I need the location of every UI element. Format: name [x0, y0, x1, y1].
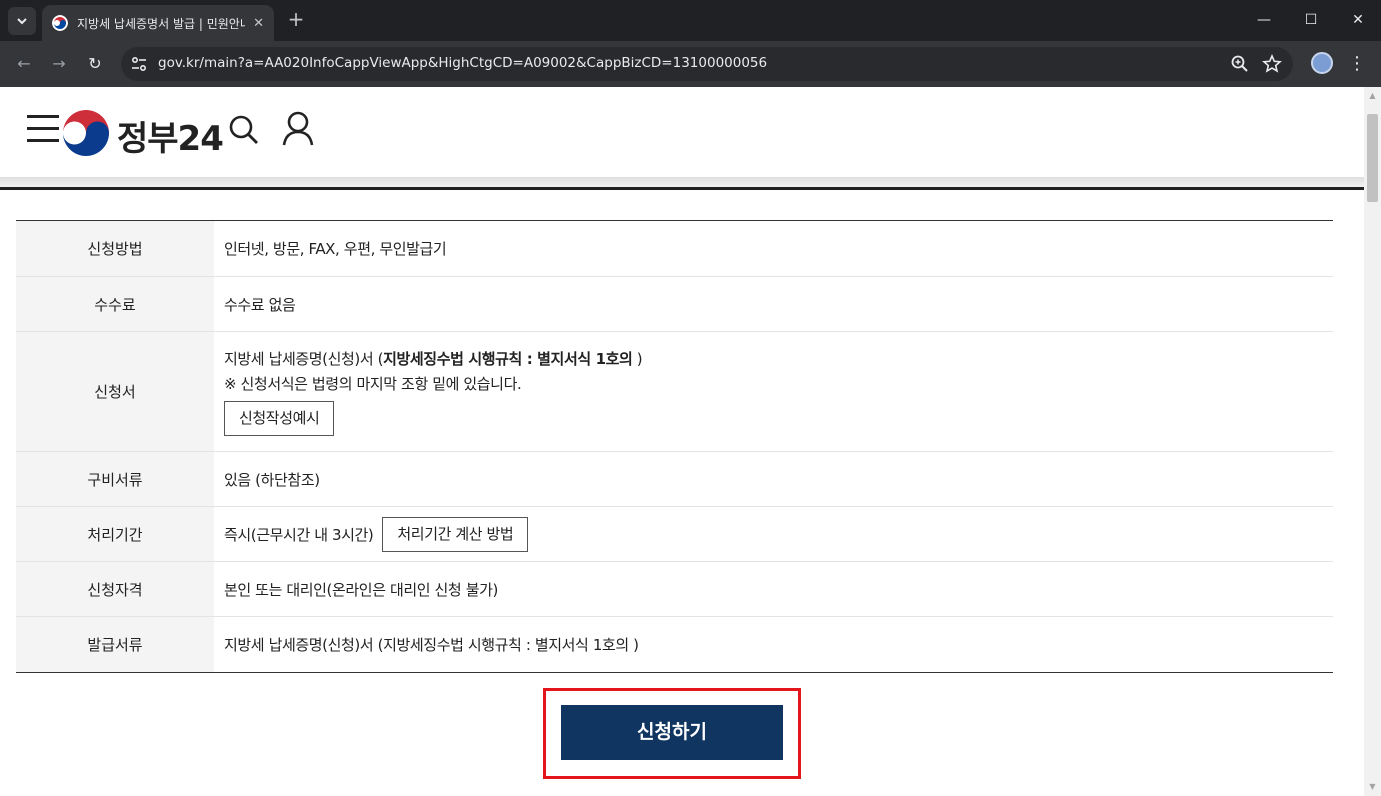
- scroll-up-icon[interactable]: ▲: [1368, 91, 1377, 100]
- table-row: 신청서 지방세 납세증명(신청)서 (지방세징수법 시행규칙 : 별지서식 1호…: [16, 332, 1333, 452]
- chevron-down-icon: [17, 18, 27, 25]
- apply-highlight-box: 신청하기: [543, 688, 801, 779]
- browser-menu-button[interactable]: ⋮: [1346, 50, 1368, 78]
- form-name-bold: 지방세징수법 시행규칙 : 별지서식 1호의: [383, 350, 633, 368]
- row-value: 인터넷, 방문, FAX, 우편, 무인발급기: [224, 240, 447, 258]
- form-example-button[interactable]: 신청작성예시: [224, 401, 335, 436]
- forward-button[interactable]: →: [45, 50, 73, 78]
- processing-time-text: 즉시(근무시간 내 3시간): [224, 525, 374, 544]
- row-value: 지방세 납세증명(신청)서 (지방세징수법 시행규칙 : 별지서식 1호의 ): [224, 636, 639, 654]
- row-label: 구비서류: [16, 452, 214, 506]
- user-icon[interactable]: [280, 109, 316, 149]
- reload-button[interactable]: ↻: [81, 50, 109, 78]
- row-label: 수수료: [16, 277, 214, 331]
- table-row: 처리기간 즉시(근무시간 내 3시간) 처리기간 계산 방법: [16, 507, 1333, 562]
- tab-search-button[interactable]: [8, 7, 36, 35]
- header-divider: [0, 187, 1364, 190]
- form-name-suffix: ): [632, 350, 643, 368]
- tab-close-icon[interactable]: ✕: [253, 16, 264, 31]
- row-label: 발급서류: [16, 617, 214, 672]
- page-scrollbar[interactable]: ▲ ▼: [1364, 87, 1381, 796]
- row-value: 본인 또는 대리인(온라인은 대리인 신청 불가): [224, 580, 498, 599]
- tab-title: 지방세 납세증명서 발급 | 민원안내: [77, 16, 246, 31]
- taegeuk-favicon-icon: [52, 15, 68, 31]
- browser-toolbar: ← → ↻ gov.kr/main?a=AA020InfoCappViewApp…: [0, 41, 1381, 87]
- search-icon[interactable]: [226, 112, 262, 148]
- table-row: 구비서류 있음 (하단참조): [16, 452, 1333, 507]
- table-row: 신청방법 인터넷, 방문, FAX, 우편, 무인발급기: [16, 221, 1333, 277]
- form-name-prefix: 지방세 납세증명(신청)서 (: [224, 350, 384, 368]
- close-window-button[interactable]: ✕: [1335, 6, 1381, 34]
- row-label: 처리기간: [16, 507, 214, 561]
- url-text[interactable]: gov.kr/main?a=AA020InfoCappViewApp&HighC…: [158, 55, 767, 71]
- table-row: 발급서류 지방세 납세증명(신청)서 (지방세징수법 시행규칙 : 별지서식 1…: [16, 617, 1333, 672]
- site-info-icon[interactable]: [129, 54, 149, 74]
- browser-tab-active[interactable]: 지방세 납세증명서 발급 | 민원안내 ✕: [42, 5, 274, 41]
- service-info-table: 신청방법 인터넷, 방문, FAX, 우편, 무인발급기 수수료 수수료 없음 …: [16, 220, 1333, 673]
- back-button[interactable]: ←: [10, 50, 38, 78]
- form-note: ※ 신청서식은 법령의 마지막 조항 밑에 있습니다.: [224, 375, 522, 393]
- page-content: 정부24 신청방법 인터넷, 방문, FAX, 우편, 무인발급기 수수료 수수…: [0, 87, 1364, 796]
- scroll-down-icon[interactable]: ▼: [1368, 782, 1377, 791]
- maximize-button[interactable]: ☐: [1288, 6, 1334, 34]
- row-label: 신청서: [16, 332, 214, 451]
- address-bar[interactable]: gov.kr/main?a=AA020InfoCappViewApp&HighC…: [121, 47, 1293, 81]
- hamburger-menu-icon[interactable]: [27, 115, 61, 147]
- apply-button[interactable]: 신청하기: [561, 705, 783, 760]
- bookmark-star-icon[interactable]: [1261, 53, 1283, 75]
- site-logo-text[interactable]: 정부24: [117, 111, 224, 160]
- row-label: 신청방법: [16, 221, 214, 276]
- table-row: 수수료 수수료 없음: [16, 277, 1333, 332]
- profile-avatar[interactable]: [1311, 52, 1333, 74]
- form-name-line: 지방세 납세증명(신청)서 (지방세징수법 시행규칙 : 별지서식 1호의 ): [224, 347, 1323, 371]
- taegeuk-logo-icon[interactable]: [61, 108, 111, 158]
- scroll-thumb[interactable]: [1367, 114, 1378, 202]
- row-value: 즉시(근무시간 내 3시간) 처리기간 계산 방법: [214, 507, 1333, 561]
- zoom-icon[interactable]: [1229, 53, 1251, 75]
- processing-time-calc-button[interactable]: 처리기간 계산 방법: [382, 516, 529, 552]
- new-tab-button[interactable]: +: [284, 8, 308, 32]
- table-row: 신청자격 본인 또는 대리인(온라인은 대리인 신청 불가): [16, 562, 1333, 617]
- header-shadow: [0, 177, 1364, 187]
- row-value: 지방세 납세증명(신청)서 (지방세징수법 시행규칙 : 별지서식 1호의 ) …: [214, 332, 1333, 451]
- row-value: 있음 (하단참조): [224, 470, 320, 489]
- browser-tab-bar: 지방세 납세증명서 발급 | 민원안내 ✕ + — ☐ ✕: [0, 0, 1381, 41]
- row-value: 수수료 없음: [224, 295, 296, 314]
- row-label: 신청자격: [16, 562, 214, 616]
- minimize-button[interactable]: —: [1241, 6, 1287, 34]
- site-header: 정부24: [0, 87, 1364, 177]
